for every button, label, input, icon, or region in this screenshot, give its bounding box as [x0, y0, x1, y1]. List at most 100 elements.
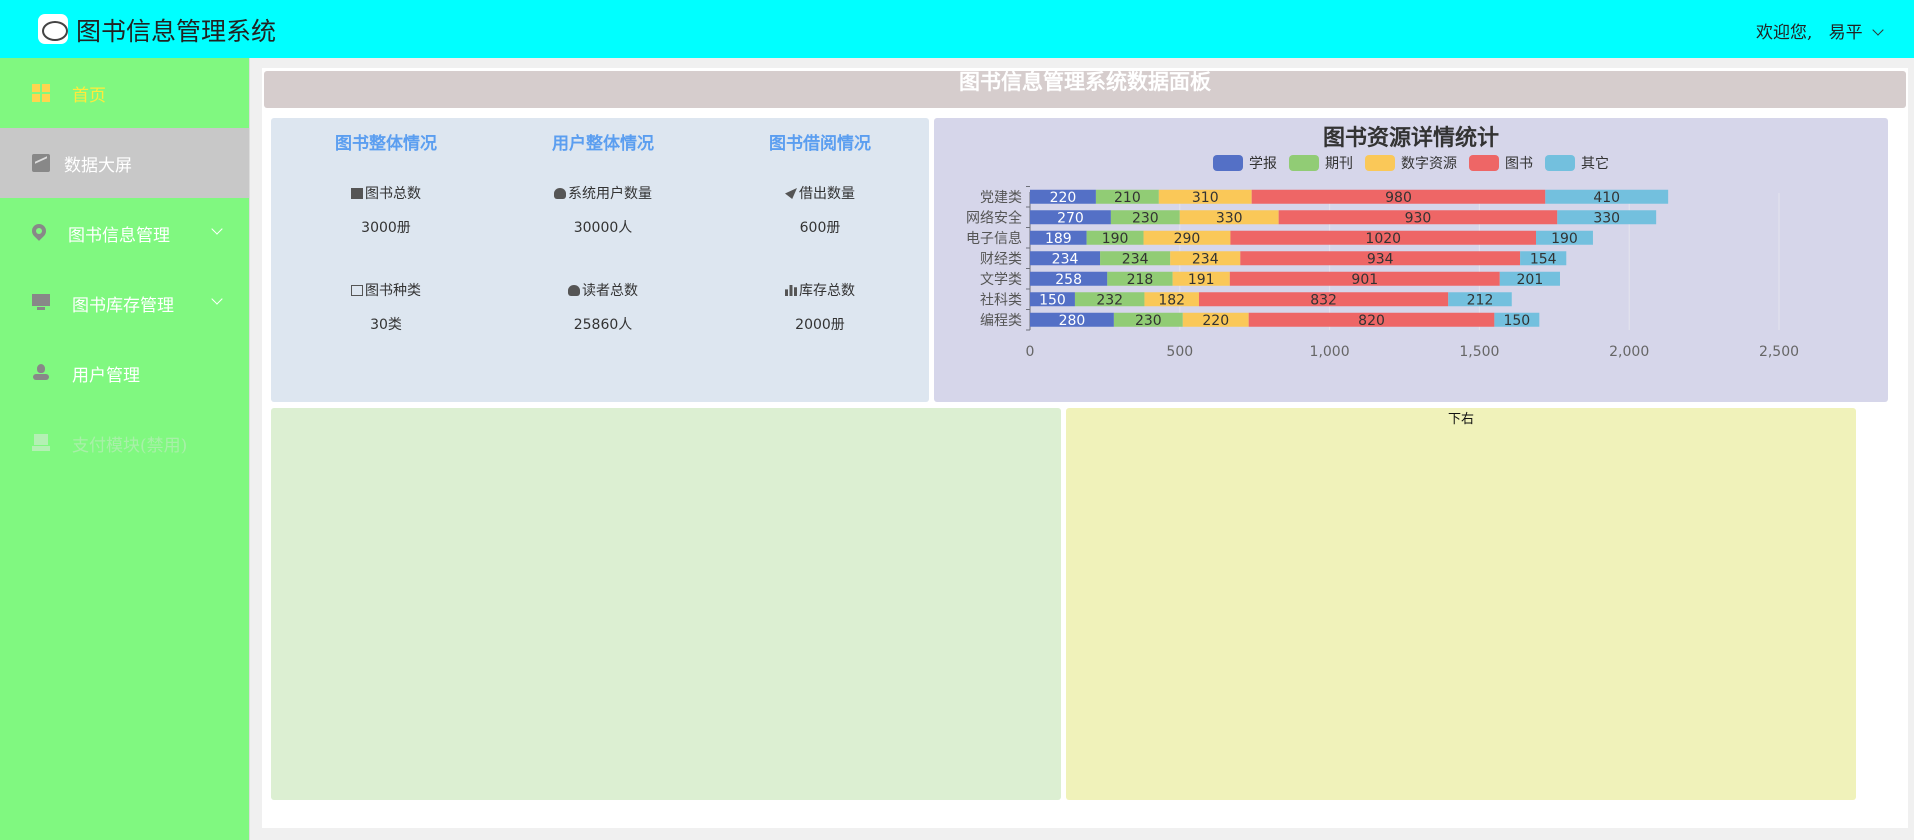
- stock-label: 库存总数: [710, 280, 930, 300]
- data-label: 232: [1096, 292, 1123, 308]
- monitor-icon: [32, 294, 50, 312]
- data-label: 820: [1358, 313, 1385, 329]
- monitor-icon: [351, 188, 363, 199]
- y-category-label: 编程类: [980, 313, 1022, 329]
- x-tick-label: 1,000: [1310, 344, 1350, 360]
- sidebar-item-label: 用户管理: [72, 365, 140, 386]
- x-tick-label: 0: [1026, 344, 1035, 360]
- data-label: 191: [1188, 272, 1215, 288]
- user-icon: [568, 285, 580, 296]
- data-label: 154: [1530, 251, 1557, 267]
- sidebar-item-label: 支付模块(禁用): [72, 435, 188, 456]
- data-label: 150: [1039, 292, 1066, 308]
- data-label: 290: [1174, 231, 1201, 247]
- username: 易平: [1828, 23, 1863, 43]
- data-label: 150: [1503, 313, 1530, 329]
- bar-chart-icon: [785, 285, 797, 296]
- chevron-down-icon: [211, 293, 223, 305]
- data-label: 980: [1385, 190, 1412, 206]
- user-menu[interactable]: 欢迎您, 易平: [1755, 18, 1884, 43]
- readers-value: 25860人: [573, 317, 633, 333]
- users-heading: 用户整体情况: [552, 134, 654, 154]
- grid-icon: [32, 84, 50, 102]
- data-label: 190: [1551, 231, 1578, 247]
- payment-icon: [32, 434, 50, 452]
- sidebar: 首页 数据大屏 图书信息管理 图书库存管理 用户管理 支付模块(禁用): [0, 58, 250, 840]
- sidebar-item-label: 图书库存管理: [72, 295, 174, 316]
- data-label: 230: [1132, 210, 1159, 226]
- bottom-left-panel: [271, 408, 1061, 800]
- data-label: 330: [1216, 210, 1243, 226]
- y-category-label: 网络安全: [966, 209, 1022, 226]
- readers-label: 读者总数: [493, 280, 713, 300]
- sidebar-item-book-inventory[interactable]: 图书库存管理: [0, 268, 249, 338]
- data-label: 220: [1202, 313, 1229, 329]
- data-label: 212: [1467, 292, 1494, 308]
- sidebar-item-data-screen[interactable]: 数据大屏: [0, 128, 249, 198]
- data-label: 234: [1122, 251, 1149, 267]
- sidebar-item-user-management[interactable]: 用户管理: [0, 338, 249, 408]
- system-users-value: 30000人: [573, 220, 633, 236]
- lent-label: 借出数量: [710, 183, 930, 203]
- data-label: 234: [1192, 251, 1219, 267]
- data-label: 189: [1045, 231, 1072, 247]
- chevron-down-icon: [211, 223, 223, 235]
- user-icon: [554, 188, 566, 199]
- sidebar-item-label: 首页: [72, 85, 106, 106]
- sidebar-item-payment: 支付模块(禁用): [0, 408, 249, 478]
- send-icon: [785, 188, 797, 199]
- data-label: 930: [1405, 210, 1432, 226]
- sidebar-item-book-info[interactable]: 图书信息管理: [0, 198, 249, 268]
- welcome-text: 欢迎您,: [1755, 23, 1813, 43]
- location-pin-icon: [32, 224, 46, 242]
- chevron-down-icon: [1872, 24, 1884, 36]
- data-label: 210: [1114, 190, 1141, 206]
- book-total-value: 3000册: [361, 220, 411, 236]
- y-category-label: 文学类: [980, 272, 1022, 288]
- dashboard-title: 图书信息管理系统数据面板: [959, 69, 1211, 94]
- book-kinds-value: 30类: [370, 317, 402, 333]
- y-category-label: 电子信息: [966, 230, 1022, 247]
- sidebar-item-home[interactable]: 首页: [0, 58, 249, 128]
- books-heading: 图书整体情况: [335, 134, 437, 154]
- y-category-label: 社科类: [980, 292, 1022, 308]
- sidebar-item-label: 数据大屏: [64, 155, 132, 176]
- data-label: 190: [1102, 231, 1129, 247]
- y-category-label: 党建类: [980, 190, 1022, 206]
- app-title: 图书信息管理系统: [76, 17, 277, 46]
- bottom-right-panel: 下右: [1066, 408, 1856, 800]
- app-logo: [38, 14, 68, 44]
- x-tick-label: 1,500: [1459, 344, 1499, 360]
- x-tick-label: 2,500: [1759, 344, 1799, 360]
- data-label: 220: [1050, 190, 1077, 206]
- data-label: 310: [1192, 190, 1219, 206]
- data-label: 410: [1593, 190, 1620, 206]
- chart-line-icon: [32, 154, 50, 172]
- book-kinds-label: 图书种类: [276, 280, 496, 300]
- data-label: 934: [1367, 251, 1394, 267]
- stock-value: 2000册: [795, 317, 845, 333]
- resource-chart-card: 图书资源详情统计 学报 期刊 数字资源 图书 其它 0 500 1,000 1,500 2,00…: [934, 118, 1888, 402]
- data-label: 1020: [1365, 231, 1401, 247]
- data-label: 201: [1517, 272, 1544, 288]
- data-label: 258: [1055, 272, 1082, 288]
- lent-value: 600册: [799, 220, 841, 236]
- borrow-heading: 图书借阅情况: [769, 134, 871, 154]
- data-label: 182: [1158, 292, 1185, 308]
- x-tick-label: 2,000: [1609, 344, 1649, 360]
- stacked-bar-chart: 0 500 1,000 1,500 2,000 2,500 编程类 280 230 220 820 1…: [966, 186, 1799, 360]
- data-label: 330: [1593, 210, 1620, 226]
- stats-card: 图书整体情况 用户整体情况 图书借阅情况 图书总数 系统用户数量 借出数量 30…: [271, 118, 929, 402]
- sidebar-item-label: 图书信息管理: [68, 225, 170, 246]
- x-tick-label: 500: [1166, 344, 1193, 360]
- book-total-label: 图书总数: [276, 183, 496, 203]
- data-label: 832: [1310, 292, 1337, 308]
- system-users-label: 系统用户数量: [493, 183, 713, 203]
- data-label: 901: [1351, 272, 1378, 288]
- building-icon: [351, 285, 363, 296]
- y-category-label: 财经类: [980, 251, 1022, 267]
- data-label: 218: [1127, 272, 1154, 288]
- dashboard-title-bar: 图书信息管理系统数据面板: [264, 71, 1906, 108]
- bottom-right-label: 下右: [1447, 412, 1474, 427]
- data-label: 230: [1135, 313, 1162, 329]
